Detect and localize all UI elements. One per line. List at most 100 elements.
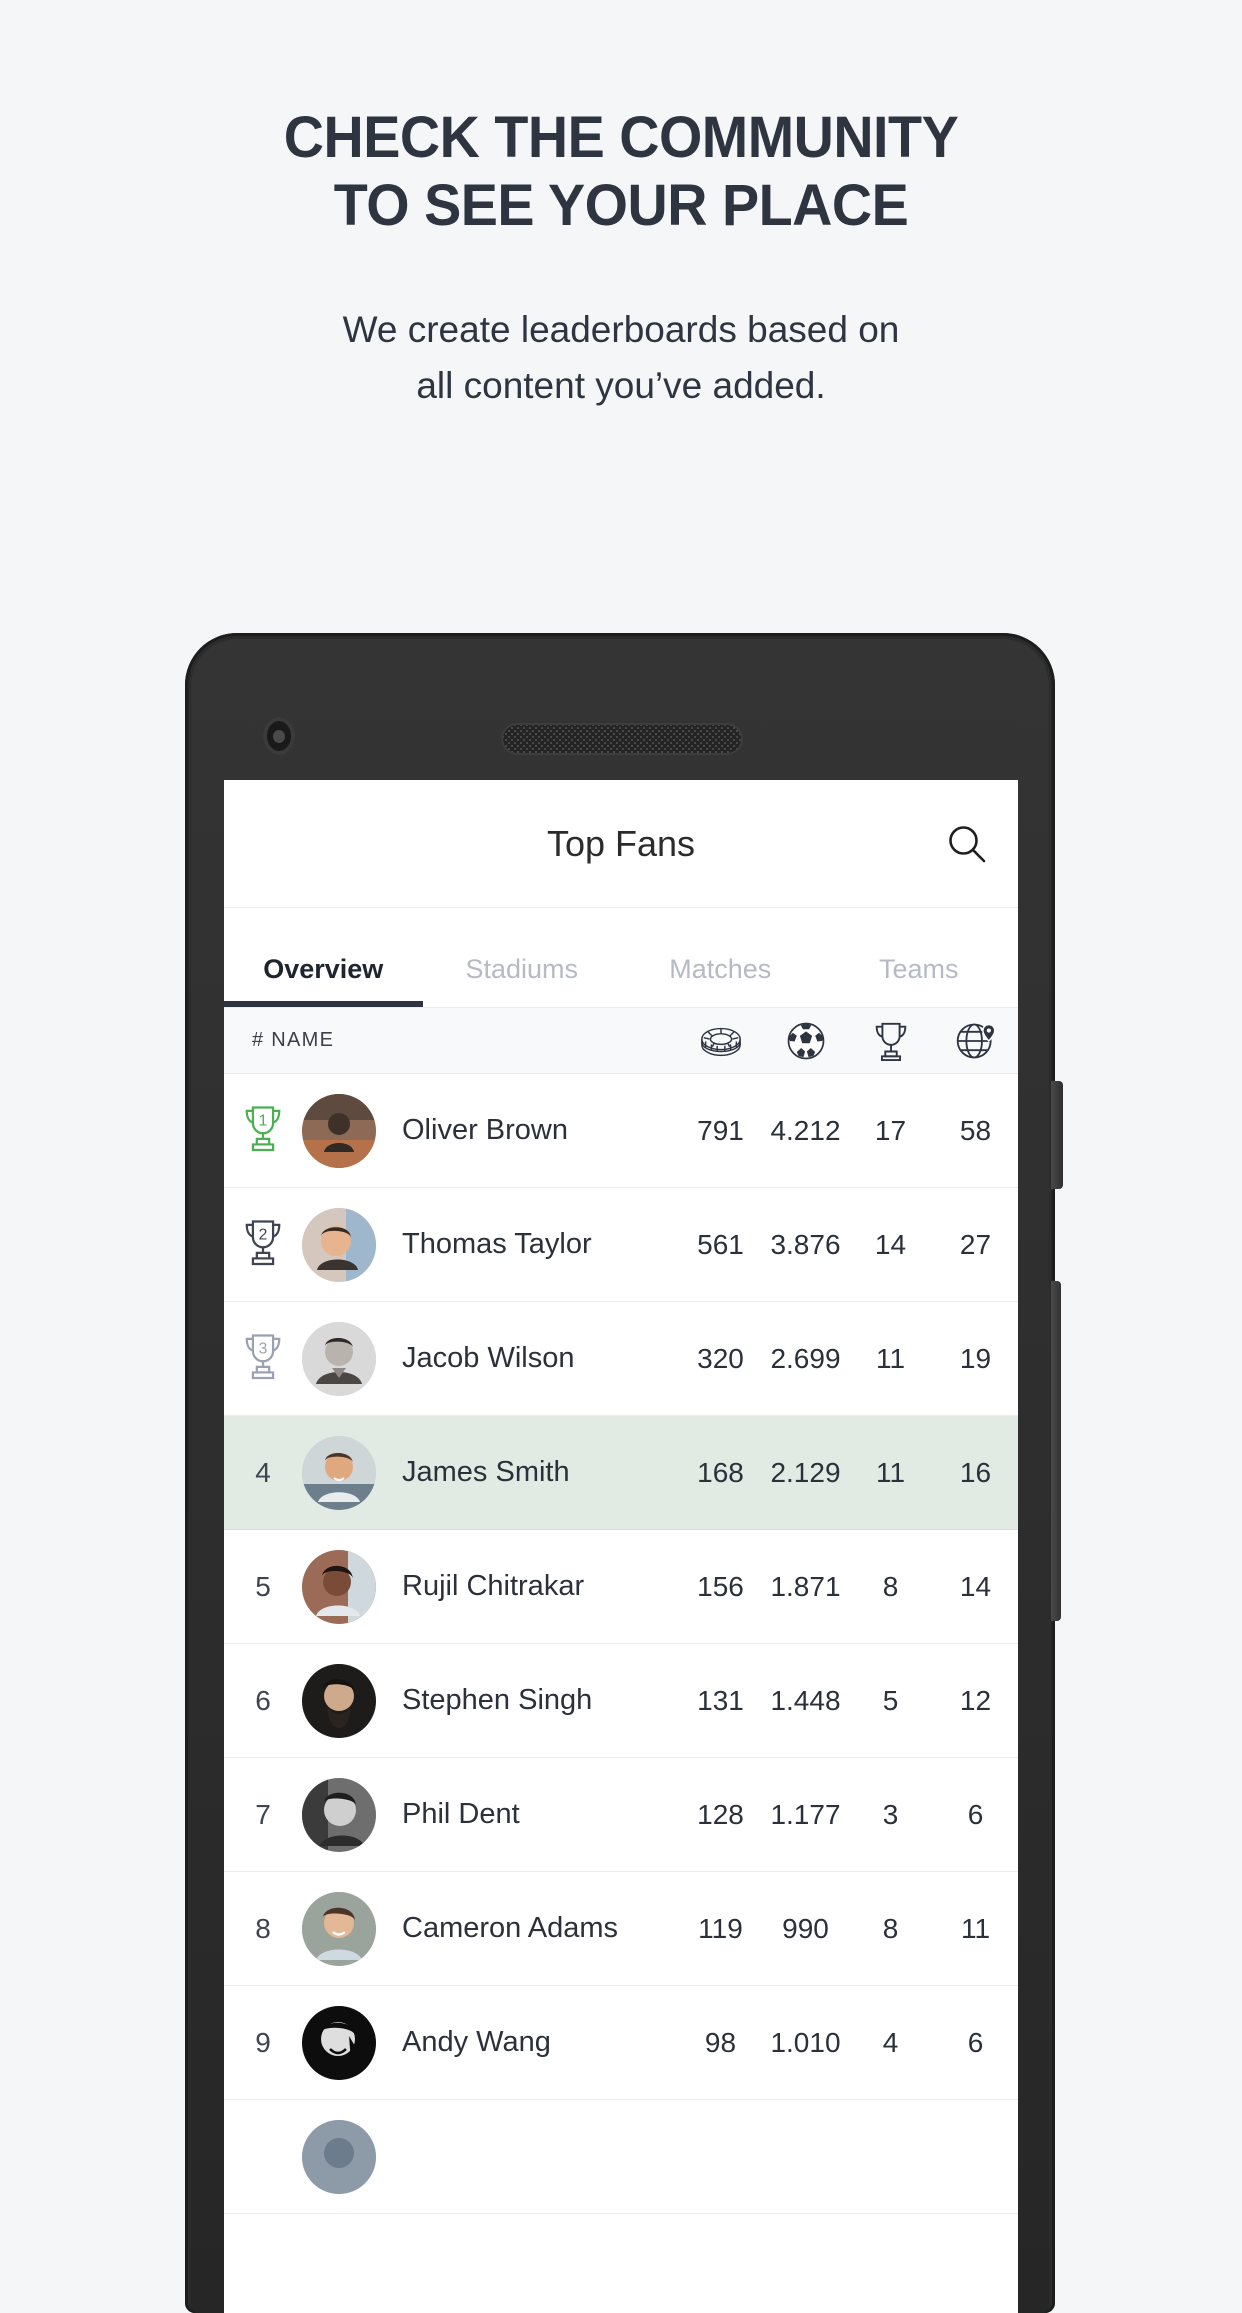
stat-places: 6 [967,1798,984,1830]
stat-stadiums: 128 [697,1798,744,1830]
rank-number: 4 [255,1456,271,1488]
tab-matches[interactable]: Matches [621,954,820,1007]
player-name: Jacob Wilson [402,1342,575,1374]
app-bar: Top Fans [224,780,1018,908]
trophy-icon[interactable] [848,1019,933,1063]
phone-screen: Top Fans Overview Stadiums Matches Teams… [224,780,1018,2313]
player-name: Cameron Adams [402,1912,618,1944]
tab-overview[interactable]: Overview [224,954,423,1007]
table-row[interactable]: 5 Rujil Chitrakar 156 1.871 8 14 [224,1530,1018,1644]
avatar [302,1435,376,1510]
stat-places: 12 [959,1684,992,1716]
page-title-line-1: CHECK THE COMMUNITY [283,105,959,170]
rank-badge-gold: 1 [224,1103,302,1159]
stat-places: 27 [959,1228,992,1260]
stat-matches: 1.177 [770,1798,841,1830]
globe-pin-icon[interactable] [933,1019,1018,1063]
player-name: Stephen Singh [402,1684,593,1716]
stat-stadiums: 791 [697,1114,744,1146]
stat-matches: 1.010 [770,2026,841,2058]
stat-stadiums: 561 [697,1228,744,1260]
stat-matches: 1.871 [770,1570,841,1602]
player-name: Phil Dent [402,1798,520,1830]
avatar [302,2005,376,2080]
promo-copy: CHECK THE COMMUNITY TO SEE YOUR PLACE We… [0,0,1242,414]
player-name: Rujil Chitrakar [402,1570,585,1602]
search-icon[interactable] [944,821,990,867]
table-row[interactable]: 4 James Smith 168 2.129 11 16 [224,1416,1018,1530]
phone-mockup: Top Fans Overview Stadiums Matches Teams… [185,633,1063,2313]
table-row[interactable]: 3 Jacob Wilson 320 2.699 11 19 [224,1302,1018,1416]
soccer-ball-icon[interactable] [763,1020,848,1062]
page-subtitle: We create leaderboards based on all cont… [0,302,1242,414]
rank-number: 5 [255,1570,271,1602]
stat-places: 14 [959,1570,992,1602]
player-name: Thomas Taylor [402,1228,592,1260]
stat-matches: 2.129 [770,1456,841,1488]
stat-stadiums: 119 [698,1912,743,1944]
stat-places: 6 [967,2026,984,2058]
avatar [302,1549,376,1624]
table-row[interactable]: 2 Thomas Taylor 561 3.876 14 27 [224,1188,1018,1302]
stat-places: 16 [959,1456,992,1488]
stat-places: 58 [959,1114,992,1146]
table-row[interactable]: 8 Cameron Adams 119 990 8 11 [224,1872,1018,1986]
stat-matches: 3.876 [770,1228,841,1260]
rank-badge-silver: 2 [224,1217,302,1273]
table-row[interactable]: 1 Oliver Brown 791 4.212 17 58 [224,1074,1018,1188]
leaderboard-rows: 1 Oliver Brown 791 4.212 17 58 2 Thomas … [224,1074,1018,2214]
rank-number: 6 [255,1684,271,1716]
svg-text:2: 2 [259,1226,268,1243]
page-title-line-2: TO SEE YOUR PLACE [333,172,909,238]
tab-teams[interactable]: Teams [820,954,1019,1007]
table-row[interactable]: 9 Andy Wang 98 1.010 4 6 [224,1986,1018,2100]
stat-trophies: 8 [882,1912,899,1944]
avatar [302,1891,376,1966]
player-name: Oliver Brown [402,1114,568,1146]
avatar [302,2119,376,2194]
avatar [302,1093,376,1168]
stat-matches: 990 [782,1912,829,1944]
page-subtitle-line-1: We create leaderboards based on [342,308,900,350]
stat-trophies: 14 [874,1228,907,1260]
rank-number: 7 [255,1798,271,1830]
rank-badge-bronze: 3 [224,1331,302,1387]
table-row[interactable] [224,2100,1018,2214]
stat-trophies: 4 [882,2026,899,2058]
stadium-icon[interactable] [678,1018,763,1064]
svg-text:1: 1 [259,1112,268,1129]
stat-stadiums: 98 [704,2026,737,2058]
column-header-name: # NAME [252,1029,335,1051]
page-title: CHECK THE COMMUNITY TO SEE YOUR PLACE [25,104,1217,240]
app-title: Top Fans [546,822,696,864]
tab-bar: Overview Stadiums Matches Teams [224,908,1018,1008]
rank-number: 9 [255,2026,271,2058]
stat-matches: 2.699 [770,1342,841,1374]
stat-trophies: 5 [882,1684,899,1716]
table-row[interactable]: 6 Stephen Singh 131 1.448 5 12 [224,1644,1018,1758]
table-header: # NAME [224,1008,1018,1074]
table-row[interactable]: 7 Phil Dent 128 1.177 3 6 [224,1758,1018,1872]
stat-stadiums: 156 [697,1570,744,1602]
stat-trophies: 8 [882,1570,899,1602]
avatar [302,1663,376,1738]
power-button[interactable] [1051,1081,1063,1189]
tab-stadiums[interactable]: Stadiums [423,954,622,1007]
stat-matches: 1.448 [770,1684,841,1716]
stat-trophies: 3 [882,1798,899,1830]
avatar [302,1777,376,1852]
stat-trophies: 11 [875,1342,906,1374]
front-camera-icon [267,721,291,751]
stat-matches: 4.212 [770,1114,841,1146]
player-name: Andy Wang [402,2026,551,2058]
stat-stadiums: 131 [697,1684,744,1716]
svg-text:3: 3 [259,1340,268,1357]
earpiece-speaker-icon [503,725,741,753]
stat-places: 11 [960,1912,991,1944]
stat-trophies: 17 [874,1114,907,1146]
volume-button[interactable] [1051,1281,1061,1621]
stat-stadiums: 320 [697,1342,744,1374]
stat-trophies: 11 [875,1456,906,1488]
stat-stadiums: 168 [697,1456,744,1488]
player-name: James Smith [402,1456,570,1488]
